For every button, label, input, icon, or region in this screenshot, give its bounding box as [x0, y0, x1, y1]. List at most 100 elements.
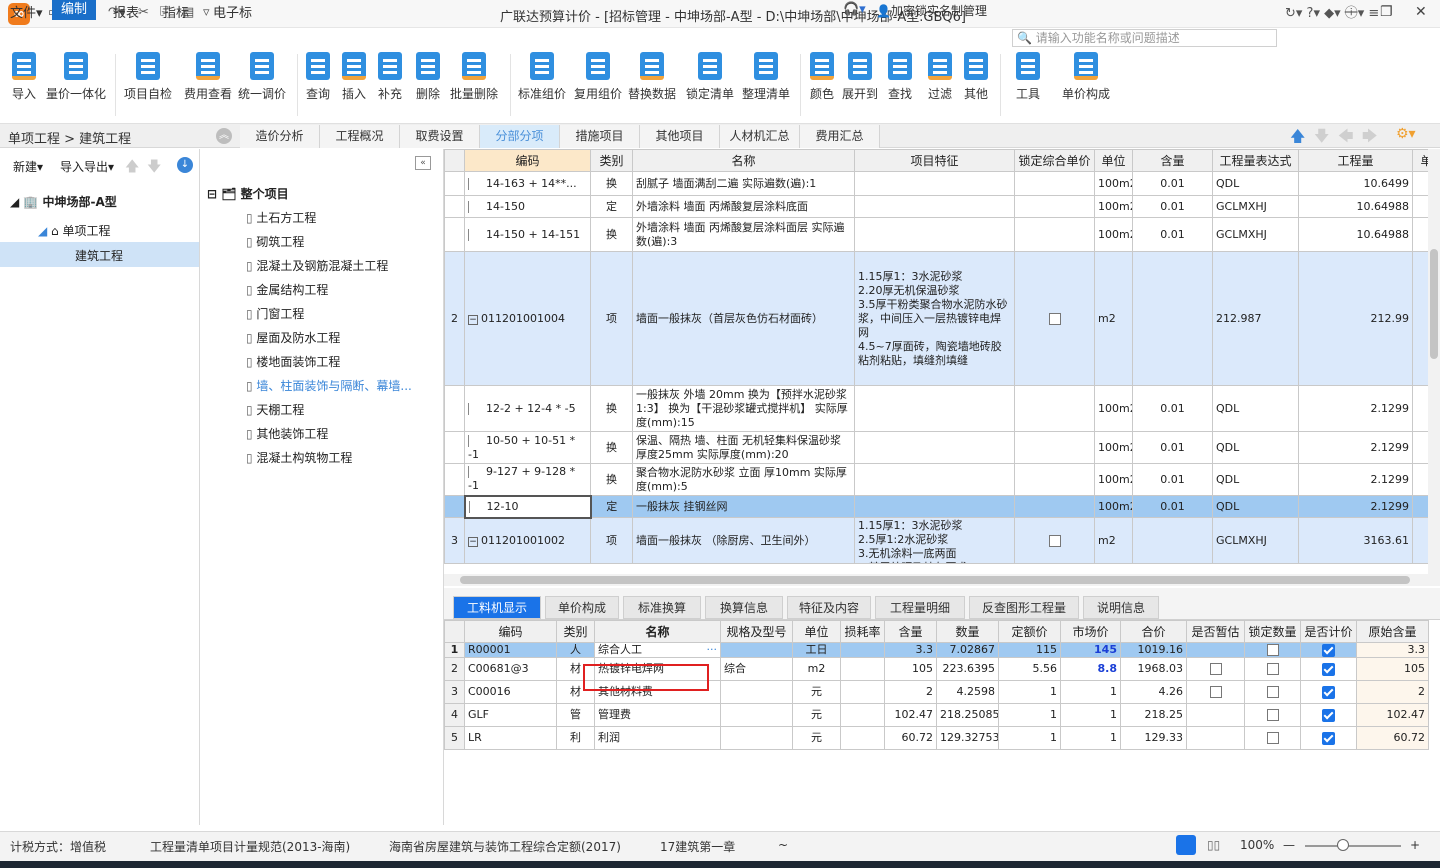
- lock-cell[interactable]: [1014, 431, 1095, 464]
- code-cell[interactable]: 12-10: [463, 494, 592, 519]
- amount-cell[interactable]: 2.1299: [1298, 431, 1413, 464]
- dp-cell[interactable]: 1: [998, 726, 1061, 750]
- code-cell[interactable]: R00001: [464, 642, 557, 658]
- table-row[interactable]: 14-150 定 外墙涂料 墙面 丙烯酸复层涂料底面 100m2 0.01 GC…: [444, 195, 1440, 218]
- more-icon[interactable]: ···: [707, 644, 718, 657]
- lock-cell[interactable]: [1014, 385, 1095, 432]
- unit-cell[interactable]: m2: [792, 657, 841, 681]
- type-cell[interactable]: 人: [556, 642, 595, 658]
- name-cell[interactable]: 外墙涂料 墙面 丙烯酸复层涂料底面: [632, 195, 855, 218]
- code-cell[interactable]: −011201001002: [464, 517, 591, 564]
- type-cell[interactable]: 定: [590, 195, 633, 218]
- collapse-up-icon[interactable]: ︽: [216, 128, 232, 144]
- type-cell[interactable]: 项: [590, 517, 633, 564]
- horizontal-scrollbar[interactable]: [444, 574, 1440, 586]
- feature-cell[interactable]: 1.15厚1：3水泥砂浆 2.20厚无机保温砂浆 3.5厚干粉类聚合物水泥防水砂…: [854, 251, 1015, 386]
- arrow-right-icon[interactable]: 🡆: [1362, 126, 1378, 151]
- code-cell[interactable]: 14-150 + 14-151: [464, 217, 591, 252]
- priced-cell[interactable]: [1300, 703, 1357, 727]
- priced-checkbox[interactable]: [1322, 731, 1335, 745]
- priced-cell[interactable]: [1300, 726, 1357, 750]
- priced-checkbox[interactable]: [1322, 643, 1335, 657]
- arrow-up-icon[interactable]: 🡅: [1290, 126, 1305, 151]
- tab-0[interactable]: 造价分析: [240, 125, 320, 148]
- lock-cell[interactable]: [1014, 463, 1095, 496]
- menu-index[interactable]: 指标: [163, 2, 189, 21]
- mp-cell[interactable]: 1: [1060, 726, 1121, 750]
- detail-tab-1[interactable]: 单价构成: [545, 596, 619, 619]
- code-cell[interactable]: 10-50 + 10-51 * -1: [464, 431, 591, 464]
- toolbar-integrated-button[interactable]: 量价一体化: [46, 52, 106, 102]
- expr-cell[interactable]: QDL: [1212, 463, 1299, 496]
- mp-cell[interactable]: 8.8: [1060, 657, 1121, 681]
- toolbar-adjust-button[interactable]: 统一调价: [232, 52, 292, 102]
- tree-root[interactable]: ◢ 🏢 中坤场部-A型: [10, 193, 117, 210]
- dp-cell[interactable]: 1: [998, 703, 1061, 727]
- priced-cell[interactable]: [1300, 680, 1357, 704]
- tab-1[interactable]: 工程概况: [320, 125, 400, 148]
- lock-qty-checkbox[interactable]: [1266, 686, 1279, 698]
- unit-cell[interactable]: 100m2: [1094, 463, 1133, 496]
- unit-cell[interactable]: 工日: [792, 642, 841, 658]
- amount-cell[interactable]: 212.99: [1298, 251, 1413, 386]
- amount-cell[interactable]: 3163.61: [1298, 517, 1413, 564]
- qty-cell[interactable]: 102.47: [884, 703, 937, 727]
- name-cell[interactable]: 刮腻子 墙面满刮二遍 实际遍数(遍):1: [632, 171, 855, 196]
- resource-header[interactable]: 市场价: [1060, 620, 1121, 643]
- qty-cell[interactable]: 105: [884, 657, 937, 681]
- resource-header[interactable]: 规格及型号: [720, 620, 793, 643]
- spec-cell[interactable]: [720, 726, 793, 750]
- feature-cell[interactable]: [854, 385, 1015, 432]
- zoom-thumb[interactable]: [1337, 839, 1349, 851]
- toolbar-cost-view-button[interactable]: 费用查看: [178, 52, 238, 102]
- arrow-left-icon[interactable]: 🡄: [1338, 126, 1354, 151]
- dp-cell[interactable]: 115: [998, 642, 1061, 658]
- expr-cell[interactable]: QDL: [1212, 495, 1299, 518]
- tree-building-project[interactable]: 建筑工程: [0, 242, 199, 267]
- search-input[interactable]: 🔍 请输入功能名称或问题描述: [1012, 29, 1277, 47]
- feature-cell[interactable]: [854, 195, 1015, 218]
- menu-edit[interactable]: 编制: [52, 0, 97, 20]
- resource-header[interactable]: 合价: [1120, 620, 1187, 643]
- main-header[interactable]: 工程量: [1298, 149, 1413, 172]
- name-cell[interactable]: 墙面一般抹灰 （除厨房、卫生间外）: [632, 517, 855, 564]
- table-row[interactable]: 10-50 + 10-51 * -1 换 保温、隔热 墙、柱面 无机轻集料保温砂…: [444, 431, 1440, 464]
- spec-cell[interactable]: [720, 642, 793, 658]
- code-cell[interactable]: 9-127 + 9-128 * -1: [464, 463, 591, 496]
- lock-qty-cell[interactable]: [1244, 680, 1301, 704]
- unit-cell[interactable]: 元: [792, 680, 841, 704]
- table-row[interactable]: 14-150 + 14-151 换 外墙涂料 墙面 丙烯酸复层涂料面层 实际遍数…: [444, 217, 1440, 252]
- table-row[interactable]: 2 −011201001004 项 墙面一般抹灰（首层灰色仿石材面砖） 1.15…: [444, 251, 1440, 386]
- resource-header[interactable]: 编码: [464, 620, 557, 643]
- code-cell[interactable]: 14-150: [464, 195, 591, 218]
- name-cell[interactable]: 一般抹灰 外墙 20mm 换为【预拌水泥砂浆1:3】 换为【干混砂浆罐式搅拌机】…: [632, 385, 855, 432]
- priced-checkbox[interactable]: [1322, 708, 1335, 722]
- expr-cell[interactable]: GCLMXHJ: [1212, 517, 1299, 564]
- toolbar-unit-price-button[interactable]: 单价构成: [1056, 52, 1116, 102]
- tab-2[interactable]: 取费设置: [400, 125, 480, 148]
- import-export-button[interactable]: 导入导出▾: [60, 158, 114, 175]
- main-header[interactable]: [444, 149, 465, 172]
- tab-4[interactable]: 措施项目: [560, 125, 640, 148]
- detail-tab-5[interactable]: 工程量明细: [875, 596, 965, 619]
- qty-cell[interactable]: 60.72: [884, 726, 937, 750]
- total-cell[interactable]: 129.33: [1120, 726, 1187, 750]
- unit-cell[interactable]: 元: [792, 726, 841, 750]
- table-row[interactable]: 3 −011201001002 项 墙面一般抹灰 （除厨房、卫生间外） 1.15…: [444, 517, 1440, 564]
- vertical-scrollbar[interactable]: [1428, 149, 1440, 574]
- qty-cell[interactable]: 0.01: [1132, 385, 1213, 432]
- table-row[interactable]: 12-10 定 一般抹灰 挂钢丝网 100m2 0.01 QDL 2.1299 …: [444, 494, 1440, 519]
- menu-etender[interactable]: 电子标: [213, 2, 252, 21]
- lock-qty-cell[interactable]: [1244, 726, 1301, 750]
- table-row[interactable]: 9-127 + 9-128 * -1 换 聚合物水泥防水砂浆 立面 厚10mm …: [444, 463, 1440, 496]
- lock-price-checkbox[interactable]: [1048, 312, 1061, 325]
- lock-qty-checkbox[interactable]: [1266, 663, 1279, 675]
- num-cell[interactable]: 7.02867: [936, 642, 999, 658]
- minus-box-icon[interactable]: −: [468, 536, 478, 547]
- division-item[interactable]: ▯ 门窗工程: [246, 305, 304, 322]
- expr-cell[interactable]: 212.987: [1212, 251, 1299, 386]
- type-cell[interactable]: 换: [590, 463, 633, 496]
- type-cell[interactable]: 项: [590, 251, 633, 386]
- main-header[interactable]: 项目特征: [854, 149, 1015, 172]
- loss-cell[interactable]: [840, 703, 885, 727]
